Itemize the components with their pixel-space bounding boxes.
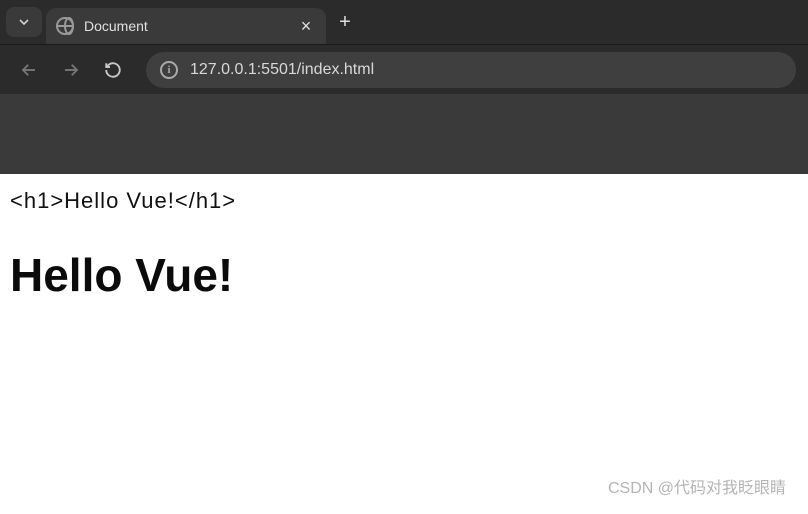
arrow-left-icon — [20, 61, 38, 79]
chevron-down-icon — [16, 14, 32, 30]
site-info-icon[interactable]: i — [160, 61, 178, 79]
raw-markup-text: <h1>Hello Vue!</h1> — [10, 188, 798, 214]
tab-bar: Document × + — [0, 0, 808, 44]
url-text: 127.0.0.1:5501/index.html — [190, 61, 374, 79]
browser-tab[interactable]: Document × — [46, 8, 326, 44]
new-tab-button[interactable]: + — [330, 11, 360, 34]
address-bar[interactable]: i 127.0.0.1:5501/index.html — [146, 52, 796, 88]
page-content: <h1>Hello Vue!</h1> Hello Vue! — [0, 174, 808, 316]
bookmarks-area — [0, 94, 808, 174]
back-button[interactable] — [12, 53, 46, 87]
tabs-dropdown-button[interactable] — [6, 7, 42, 37]
globe-icon — [56, 17, 74, 35]
close-tab-button[interactable]: × — [296, 16, 316, 37]
reload-button[interactable] — [96, 53, 130, 87]
arrow-right-icon — [62, 61, 80, 79]
tab-title: Document — [84, 18, 286, 34]
toolbar: i 127.0.0.1:5501/index.html — [0, 44, 808, 94]
page-heading: Hello Vue! — [10, 248, 798, 302]
forward-button[interactable] — [54, 53, 88, 87]
reload-icon — [104, 61, 122, 79]
browser-chrome: Document × + i 127.0.0.1:5501/index.html — [0, 0, 808, 174]
watermark: CSDN @代码对我眨眼睛 — [608, 474, 786, 498]
